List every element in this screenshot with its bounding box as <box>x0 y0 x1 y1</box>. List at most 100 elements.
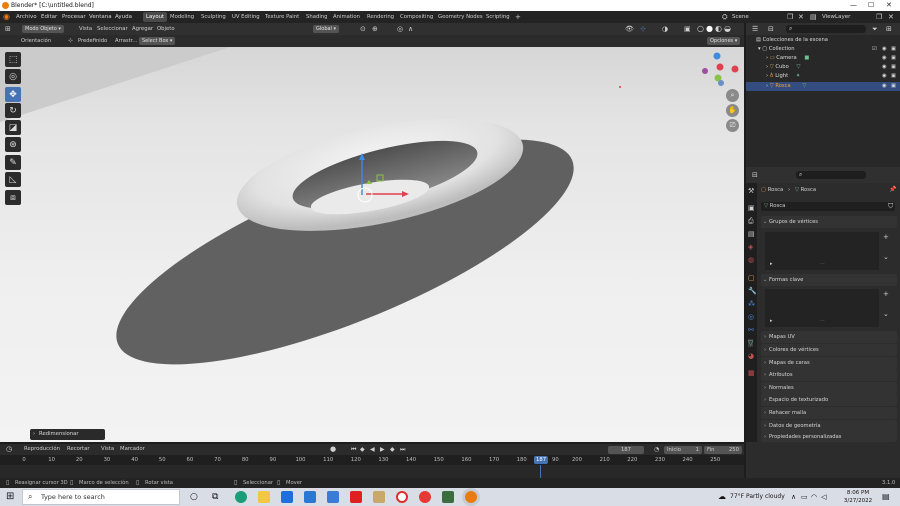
constraints-tab-icon[interactable]: ⚯ <box>748 326 754 334</box>
list-resize-handle[interactable]: ⋯ <box>820 318 825 324</box>
collection-camera-icon[interactable]: ▣ <box>891 45 896 54</box>
view-layer-tab-icon[interactable]: ▤ <box>748 230 755 238</box>
list-expand-icon[interactable]: ▸ <box>770 318 773 324</box>
viewlayer-selector[interactable]: ViewLayer <box>822 11 850 23</box>
menu-ventana[interactable]: Ventana <box>89 11 112 23</box>
playhead-frame-badge[interactable]: 187 <box>533 456 549 464</box>
panel-attributes[interactable]: › Atributos <box>761 369 897 381</box>
tab-animation[interactable]: Animation <box>333 12 360 22</box>
select-tool-icon[interactable]: ⬚ <box>5 52 21 67</box>
move-tool-icon[interactable]: ✥ <box>5 87 21 102</box>
menu-vista[interactable]: Vista <box>79 23 92 35</box>
mode-dropdown[interactable]: Modo Objeto ▾ <box>22 25 64 33</box>
tab-shading[interactable]: Shading <box>306 12 328 22</box>
cortana-icon[interactable]: ○ <box>190 491 198 503</box>
material-shading-icon[interactable]: ◐ <box>715 23 722 35</box>
outliner-item-camera[interactable]: › ▭ Camera ■ ◉ ▣ <box>746 54 900 63</box>
gizmo-icon[interactable]: ⊹ <box>640 23 646 35</box>
timeline-ruler[interactable]: 0 10 20 30 40 50 60 70 80 90 100 110 120 130 140 150 160… <box>0 455 744 465</box>
menu-ayuda[interactable]: Ayuda <box>115 11 132 23</box>
jump-end-icon[interactable]: ⏭ <box>400 444 405 455</box>
eye-icon[interactable]: ◉ <box>882 82 887 91</box>
jump-start-icon[interactable]: ⏮ <box>351 444 356 455</box>
transform-orientation-dropdown[interactable]: Global ▾ <box>313 25 340 33</box>
tab-layout[interactable]: Layout <box>143 12 168 22</box>
tab-modeling[interactable]: Modeling <box>170 12 194 22</box>
shape-key-menu-icon[interactable]: ⌄ <box>883 310 889 318</box>
zoom-icon[interactable]: ⌕ <box>726 89 739 102</box>
menu-procesar[interactable]: Procesar <box>62 11 86 23</box>
edge-icon[interactable] <box>235 491 247 503</box>
outliner-search-input[interactable]: ⌕ <box>786 25 866 33</box>
copy-scene-icon[interactable]: ❐ <box>787 11 793 23</box>
rendered-shading-icon[interactable]: ◒ <box>724 23 731 35</box>
solid-shading-icon[interactable]: ● <box>706 23 713 35</box>
visibility-icon[interactable]: 👁 <box>625 23 634 35</box>
next-keyframe-icon[interactable]: ◆ <box>390 444 395 455</box>
menu-seleccionar[interactable]: Seleccionar <box>97 23 128 35</box>
add-workspace-button[interactable]: + <box>515 12 521 22</box>
panel-geometry-data[interactable]: › Datos de geometría <box>761 420 897 432</box>
media-player-icon[interactable] <box>419 491 431 503</box>
menu-archivo[interactable]: Archivo <box>16 11 37 23</box>
network-icon[interactable]: ▭ <box>801 488 808 506</box>
store-icon[interactable] <box>281 491 293 503</box>
add-shape-key-icon[interactable]: + <box>883 290 889 298</box>
xray-icon[interactable]: ▣ <box>684 23 691 35</box>
vertex-groups-list[interactable]: ▸ ⋯ <box>765 232 879 270</box>
orientation-label[interactable]: Orientación <box>21 35 51 47</box>
eye-icon[interactable]: ◉ <box>882 54 887 63</box>
options-dropdown[interactable]: Opciones ▾ <box>707 37 741 45</box>
delete-viewlayer-icon[interactable]: ✕ <box>888 11 894 23</box>
tray-chevron-icon[interactable]: ∧ <box>791 488 796 506</box>
scene-tab-icon[interactable]: ◈ <box>748 243 753 251</box>
weather-icon[interactable]: ☁ <box>718 488 726 506</box>
outliner-item-cubo[interactable]: › ▽ Cubo ▽ ◉ ▣ <box>746 63 900 72</box>
proportional-edit-icon[interactable]: ◎ <box>397 23 403 35</box>
menu-editar[interactable]: Editar <box>41 11 57 23</box>
pin-icon[interactable]: 📌 <box>889 186 896 193</box>
list-expand-icon[interactable]: ▸ <box>770 261 773 267</box>
physics-tab-icon[interactable]: ◎ <box>748 313 754 321</box>
maximize-icon[interactable]: ☐ <box>868 0 874 11</box>
clock-icon[interactable]: ◔ <box>654 444 659 455</box>
pan-icon[interactable]: ✋ <box>726 104 739 117</box>
taskbar-search-input[interactable]: ⌕ Type here to search <box>22 489 180 505</box>
render-camera-icon[interactable]: ▣ <box>891 82 896 91</box>
menu-recortar[interactable]: Recortar <box>67 444 90 455</box>
panel-shape-keys[interactable]: ⌄ Formas clave <box>761 274 897 286</box>
panel-remesh[interactable]: › Rehacer malla <box>761 407 897 419</box>
blender-menu-icon[interactable]: ◉ <box>3 11 10 23</box>
windows-start-icon[interactable]: ⊞ <box>6 491 14 503</box>
youtube-icon[interactable] <box>350 491 362 503</box>
outliner-editor-icon[interactable]: ☰ <box>752 25 758 33</box>
nav-gizmo-neg-z[interactable] <box>718 80 724 86</box>
photos-icon[interactable] <box>327 491 339 503</box>
app-icon[interactable] <box>373 491 385 503</box>
panel-normals[interactable]: › Normales <box>761 382 897 394</box>
panel-custom-properties[interactable]: › Propiedades personalizadas <box>761 432 897 442</box>
play-reverse-icon[interactable]: ◀ <box>370 444 375 455</box>
menu-marcador[interactable]: Marcador <box>120 444 145 455</box>
prev-keyframe-icon[interactable]: ◆ <box>360 444 365 455</box>
close-icon[interactable]: ✕ <box>886 0 892 11</box>
file-explorer-icon[interactable] <box>258 491 270 503</box>
object-tab-icon[interactable]: ▢ <box>748 274 755 282</box>
outliner-root[interactable]: ▤ Colecciones de la escena <box>746 36 900 45</box>
world-tab-icon[interactable]: ◍ <box>748 256 754 264</box>
collection-checkbox-icon[interactable]: ☑ <box>872 45 877 54</box>
material-tab-icon[interactable]: ◕ <box>748 352 754 360</box>
collection-eye-icon[interactable]: ◉ <box>882 45 887 54</box>
panel-face-maps[interactable]: › Mapas de caras <box>761 357 897 369</box>
copy-viewlayer-icon[interactable]: ❐ <box>876 11 882 23</box>
task-view-icon[interactable]: ⧉ <box>212 491 218 503</box>
play-icon[interactable]: ▶ <box>380 444 385 455</box>
record-icon[interactable]: ● <box>330 444 336 455</box>
eye-icon[interactable]: ◉ <box>882 72 887 81</box>
panel-texture-space[interactable]: › Espacio de texturizado <box>761 394 897 406</box>
wireframe-shading-icon[interactable]: ○ <box>697 23 704 35</box>
overlay-icon[interactable]: ◑ <box>662 23 668 35</box>
shape-keys-list[interactable]: ▸ ⋯ <box>765 289 879 327</box>
opera-icon[interactable] <box>396 491 408 503</box>
volume-icon[interactable]: ◁ <box>821 488 826 506</box>
